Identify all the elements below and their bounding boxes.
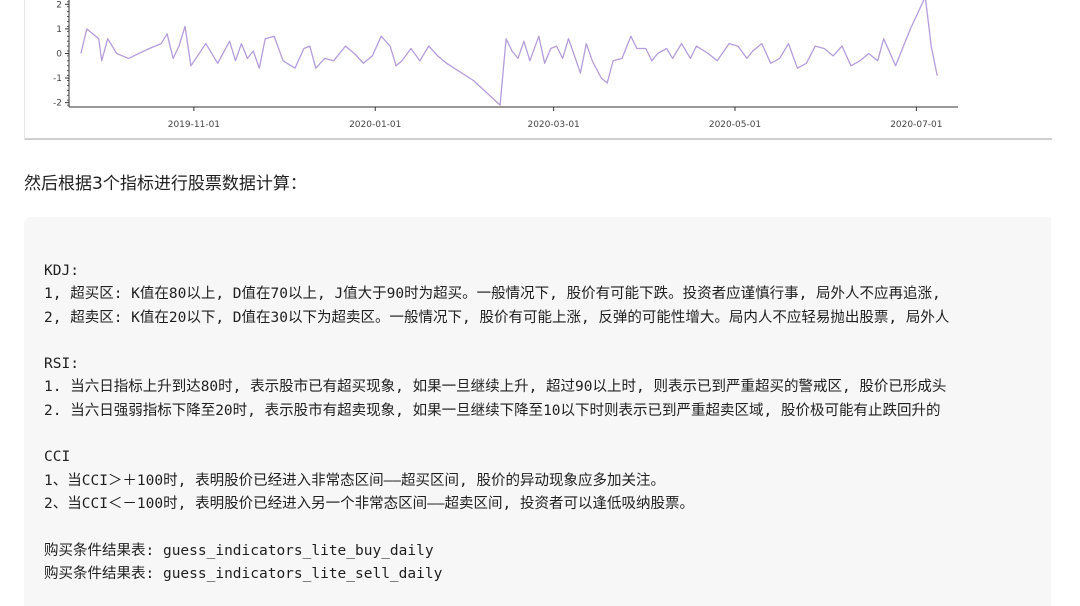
- code-line: KDJ:: [44, 263, 79, 279]
- chart-card: 2 1 0 -1 -2 2019-11-01 2020-01-01 2020-03-01 202…: [24, 0, 1052, 140]
- intro-paragraph: 然后根据3个指标进行股票数据计算：: [24, 174, 307, 194]
- code-block: KDJ: 1, 超买区: K值在80以上, D值在70以上, J值大于90时为超买…: [24, 217, 1051, 606]
- code-line: 2. 当六日强弱指标下降至20时, 表示股市有超卖现象, 如果一旦继续下降至10…: [44, 402, 941, 419]
- line-chart: 2 1 0 -1 -2 2019-11-01 2020-01-01 2020-03-01 202…: [53, 0, 958, 130]
- y-tick-label: -2: [53, 99, 62, 109]
- code-line: 1、当CCI＞＋100时, 表明股价已经进入非常态区间——超买区间, 股价的异动…: [44, 472, 665, 489]
- code-line: 2、当CCI＜－100时, 表明股价已经进入另一个非常态区间——超卖区间, 投资…: [44, 495, 694, 512]
- y-tick-label: 0: [56, 49, 62, 59]
- code-content: KDJ: 1, 超买区: K值在80以上, D值在70以上, J值大于90时为超买…: [44, 260, 1051, 586]
- x-tick-label: 2020-05-01: [709, 120, 761, 130]
- series-line: [80, 0, 938, 106]
- code-line: 购买条件结果表: guess_indicators_lite_sell_dail…: [44, 565, 443, 582]
- x-tick-label: 2020-01-01: [349, 120, 401, 130]
- code-line: CCI: [44, 449, 71, 466]
- x-tick-label: 2020-07-01: [890, 120, 942, 130]
- code-line: 购买条件结果表: guess_indicators_lite_buy_daily: [44, 542, 434, 559]
- y-tick-label: 1: [56, 25, 62, 35]
- y-tick-label: -1: [53, 74, 62, 84]
- x-tick-label: 2019-11-01: [168, 120, 220, 130]
- y-tick-label: 2: [56, 0, 62, 10]
- code-line: 2, 超卖区: K值在20以下, D值在30以下为超卖区。一般情况下, 股价有可…: [44, 309, 950, 326]
- code-line: 1. 当六日指标上升到达80时, 表示股市已有超买现象, 如果一旦继续上升, 超…: [44, 379, 947, 396]
- code-line: RSI:: [44, 356, 79, 373]
- x-tick-label: 2020-03-01: [527, 120, 579, 130]
- page: 2 1 0 -1 -2 2019-11-01 2020-01-01 2020-03-01 202…: [0, 0, 1080, 606]
- code-line: 1, 超买区: K值在80以上, D值在70以上, J值大于90时为超买。一般情…: [44, 286, 941, 303]
